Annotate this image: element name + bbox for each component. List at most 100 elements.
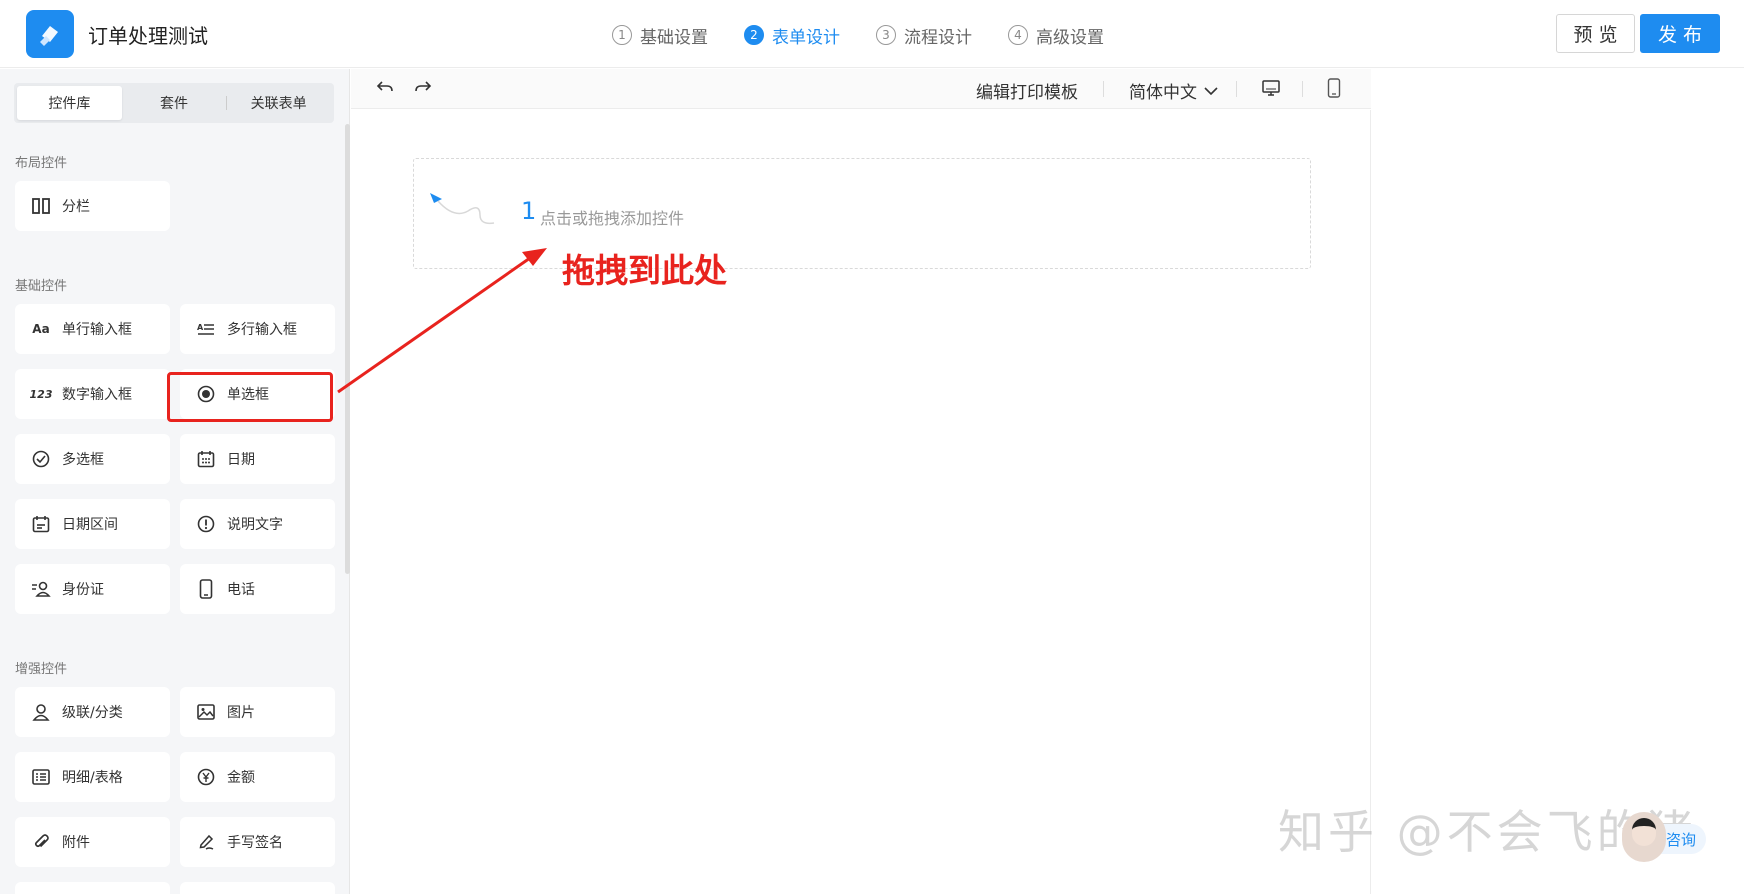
control-label: 级联/分类 xyxy=(62,705,123,721)
check-circle-icon xyxy=(30,448,52,470)
chevron-down-icon xyxy=(1204,86,1218,95)
step-advanced-settings[interactable]: 4 高级设置 xyxy=(1008,20,1104,50)
mobile-view-icon[interactable] xyxy=(1327,78,1341,102)
number-123-icon: 123 xyxy=(29,387,53,401)
columns-icon xyxy=(30,195,52,217)
step-number: 1 xyxy=(612,25,632,45)
list-table-icon xyxy=(30,766,52,788)
control-label: 单行输入框 xyxy=(62,322,132,338)
calendar-icon xyxy=(195,448,217,470)
control-multi-line-input[interactable]: A 多行输入框 xyxy=(180,304,335,354)
control-date-range[interactable]: 日期区间 xyxy=(15,499,170,549)
control-amount[interactable]: 金额 xyxy=(180,752,335,802)
paperclip-icon xyxy=(30,831,52,853)
step-basic-settings[interactable]: 1 基础设置 xyxy=(612,20,708,50)
control-label: 手写签名 xyxy=(227,835,283,851)
control-single-line-input[interactable]: Aa 单行输入框 xyxy=(15,304,170,354)
language-select[interactable]: 简体中文 xyxy=(1129,78,1219,103)
language-value: 简体中文 xyxy=(1129,83,1197,103)
svg-text:A: A xyxy=(197,323,204,332)
step-form-design[interactable]: 2 表单设计 xyxy=(744,20,840,50)
control-signature[interactable]: 手写签名 xyxy=(180,817,335,867)
control-label: 金额 xyxy=(227,770,255,786)
signature-pen-icon xyxy=(195,831,217,853)
control-label: 数字输入框 xyxy=(62,387,132,403)
app-header: 订单处理测试 1 基础设置 2 表单设计 3 流程设计 4 高级设置 预 览 发… xyxy=(0,0,1744,68)
toolbar-divider xyxy=(1302,81,1303,97)
dropzone-hint: 点击或拖拽添加控件 xyxy=(540,209,685,228)
control-detail-table[interactable]: 明细/表格 xyxy=(15,752,170,802)
control-cascade[interactable]: 级联/分类 xyxy=(15,687,170,737)
control-partial[interactable] xyxy=(180,882,335,894)
step-number: 2 xyxy=(744,25,764,45)
step-number: 4 xyxy=(1008,25,1028,45)
calendar-range-icon xyxy=(30,513,52,535)
redo-icon[interactable] xyxy=(413,77,433,101)
step-nav: 1 基础设置 2 表单设计 3 流程设计 4 高级设置 xyxy=(612,20,1140,50)
control-label: 多选框 xyxy=(62,452,104,468)
hint-arrow-icon xyxy=(430,193,495,225)
tab-suite[interactable]: 套件 xyxy=(122,86,227,120)
consult-label: 咨询 xyxy=(1666,830,1697,849)
section-title-layout: 布局控件 xyxy=(15,156,68,171)
form-dropzone[interactable]: 1 点击或拖拽添加控件 xyxy=(413,158,1311,269)
control-checkbox[interactable]: 多选框 xyxy=(15,434,170,484)
id-card-user-icon xyxy=(30,578,52,600)
control-columns[interactable]: 分栏 xyxy=(15,181,170,231)
annotation-text: 拖拽到此处 xyxy=(562,251,727,290)
step-number: 3 xyxy=(876,25,896,45)
control-id-card[interactable]: 身份证 xyxy=(15,564,170,614)
avatar-face xyxy=(1632,818,1656,846)
properties-panel xyxy=(1372,69,1744,894)
control-partial[interactable] xyxy=(15,882,170,894)
text-aa-icon: Aa xyxy=(32,322,50,336)
library-tabs: 控件库 套件 关联表单 xyxy=(14,83,334,123)
step-label: 高级设置 xyxy=(1036,27,1104,48)
toolbar-divider xyxy=(1103,81,1104,97)
control-label: 图片 xyxy=(227,705,255,721)
control-label: 身份证 xyxy=(62,582,104,598)
control-label: 说明文字 xyxy=(227,517,283,533)
publish-button[interactable]: 发 布 xyxy=(1640,14,1720,53)
dropzone-number: 1 xyxy=(521,197,537,225)
control-label: 附件 xyxy=(62,835,90,851)
user-icon xyxy=(30,701,52,723)
yen-circle-icon xyxy=(195,766,217,788)
control-image[interactable]: 图片 xyxy=(180,687,335,737)
mobile-phone-icon xyxy=(195,578,217,600)
undo-icon[interactable] xyxy=(375,77,395,101)
tab-linked-form[interactable]: 关联表单 xyxy=(226,86,331,120)
highlight-radio-box xyxy=(167,372,333,422)
panel-scrollbar[interactable] xyxy=(345,124,350,574)
control-label: 日期 xyxy=(227,452,255,468)
preview-button[interactable]: 预 览 xyxy=(1556,14,1635,53)
image-icon xyxy=(195,701,217,723)
control-label: 电话 xyxy=(227,582,255,598)
control-label: 明细/表格 xyxy=(62,770,123,786)
tab-control-library[interactable]: 控件库 xyxy=(17,86,122,120)
edit-print-template-link[interactable]: 编辑打印模板 xyxy=(976,78,1078,103)
control-date[interactable]: 日期 xyxy=(180,434,335,484)
control-label: 日期区间 xyxy=(62,517,118,533)
control-attachment[interactable]: 附件 xyxy=(15,817,170,867)
app-title: 订单处理测试 xyxy=(88,24,208,48)
step-label: 基础设置 xyxy=(640,27,708,48)
control-description-text[interactable]: 说明文字 xyxy=(180,499,335,549)
multiline-text-icon: A xyxy=(195,318,217,340)
app-logo xyxy=(26,10,74,58)
section-title-enhanced: 增强控件 xyxy=(15,662,68,677)
control-label: 多行输入框 xyxy=(227,322,297,338)
control-label: 分栏 xyxy=(62,199,90,215)
designer-toolbar: 编辑打印模板 简体中文 xyxy=(351,69,1371,109)
logo-icon xyxy=(40,26,58,46)
section-title-basic: 基础控件 xyxy=(15,279,68,294)
avatar[interactable] xyxy=(1622,812,1666,862)
step-flow-design[interactable]: 3 流程设计 xyxy=(876,20,972,50)
step-label: 表单设计 xyxy=(772,27,840,48)
info-exclamation-icon xyxy=(195,513,217,535)
step-label: 流程设计 xyxy=(904,27,972,48)
control-number-input[interactable]: 123 数字输入框 xyxy=(15,369,170,419)
control-phone[interactable]: 电话 xyxy=(180,564,335,614)
desktop-view-icon[interactable] xyxy=(1261,79,1281,101)
toolbar-divider xyxy=(1236,81,1237,97)
